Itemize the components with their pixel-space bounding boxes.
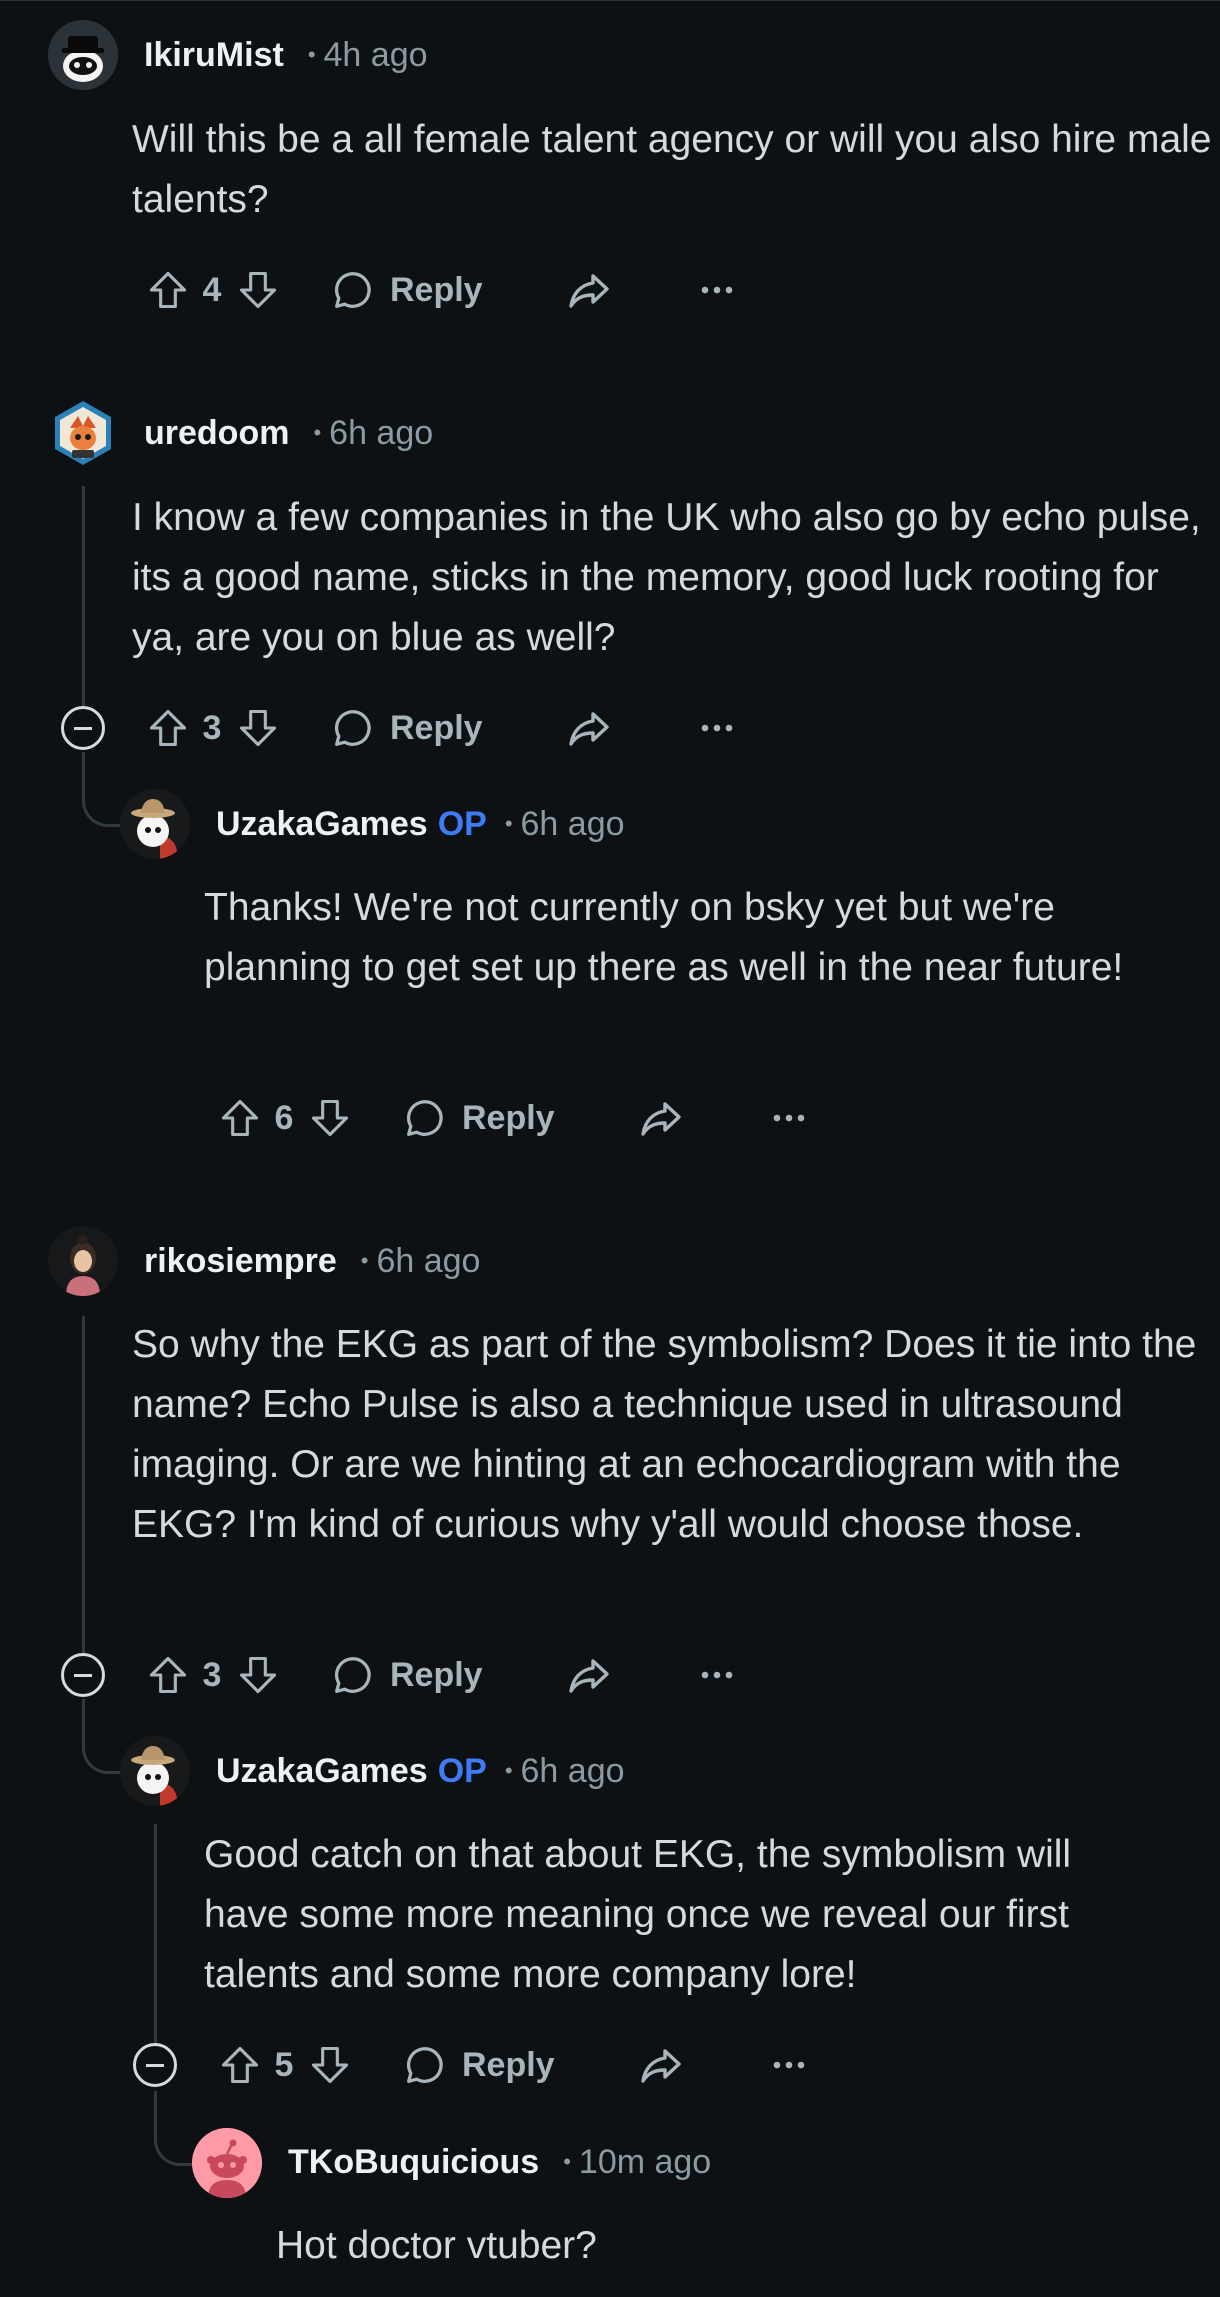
more-options-icon[interactable] <box>771 1112 807 1124</box>
reply-label: Reply <box>390 708 483 747</box>
downvote-icon[interactable] <box>236 706 280 750</box>
thread-line <box>82 486 85 708</box>
separator-dot: • <box>313 420 322 445</box>
snoo-avatar-hat-icon <box>48 20 118 90</box>
comment-body: Hot doctor vtuber? <box>276 2224 597 2267</box>
vote-count: 5 <box>274 2045 294 2084</box>
comment-actions: 3 Reply <box>146 700 735 756</box>
comment-meta: IkiruMist • 4h ago <box>144 35 428 75</box>
timestamp: 6h ago <box>520 1751 625 1790</box>
downvote-icon[interactable] <box>308 2043 352 2087</box>
comment-meta: UzakaGames OP • 6h ago <box>216 804 625 844</box>
separator-dot: • <box>504 1758 513 1783</box>
comment-meta: UzakaGames OP • 6h ago <box>216 1751 625 1791</box>
thread-branch-line <box>82 752 123 827</box>
comment-meta: rikosiempre • 6h ago <box>144 1241 480 1281</box>
separator-dot: • <box>563 2149 571 2174</box>
op-badge: OP <box>437 804 487 843</box>
comment-body: I know a few companies in the UK who als… <box>132 496 1201 659</box>
cowboy-snoo-avatar-icon <box>120 789 190 859</box>
comment-body: Good catch on that about EKG, the symbol… <box>204 1833 1072 1996</box>
vote-count: 4 <box>202 270 222 309</box>
op-badge: OP <box>437 1751 487 1790</box>
thread-line <box>82 1316 85 1653</box>
comment-bubble-icon <box>334 272 371 308</box>
username[interactable]: UzakaGames <box>216 1752 428 1791</box>
upvote-icon[interactable] <box>218 2043 262 2087</box>
reply-label: Reply <box>462 2045 555 2084</box>
downvote-icon[interactable] <box>236 268 280 312</box>
comment-actions: 3 Reply <box>146 1647 735 1703</box>
comment-meta: uredoom • 6h ago <box>144 413 433 453</box>
share-icon[interactable] <box>637 2041 685 2089</box>
comment-bubble-icon <box>334 1657 371 1693</box>
username[interactable]: TKoBuquicious <box>288 2143 539 2182</box>
hexagon-avatar-icon <box>55 401 111 465</box>
user-avatar[interactable] <box>120 1736 190 1806</box>
reply-button[interactable]: Reply <box>402 2042 555 2088</box>
reply-button[interactable]: Reply <box>402 1095 555 1141</box>
comment-body: Thanks! We're not currently on bsky yet … <box>204 886 1124 989</box>
reply-label: Reply <box>462 1098 555 1137</box>
collapse-thread-button[interactable] <box>61 706 105 750</box>
timestamp: 10m ago <box>578 2142 712 2181</box>
thread-branch-line <box>82 1699 123 1774</box>
separator-dot: • <box>360 1248 369 1273</box>
more-options-icon[interactable] <box>699 722 735 734</box>
default-snoo-avatar-icon <box>192 2128 262 2198</box>
comment-actions: 5 Reply <box>218 2037 807 2093</box>
timestamp: 6h ago <box>376 1241 481 1280</box>
comment-meta: TKoBuquicious • 10m ago <box>288 2142 711 2182</box>
share-icon[interactable] <box>565 266 613 314</box>
cowboy-snoo-avatar-icon <box>120 1736 190 1806</box>
collapse-thread-button[interactable] <box>61 1653 105 1697</box>
user-avatar[interactable] <box>48 20 118 90</box>
separator-dot: • <box>504 811 513 836</box>
comment-bubble-icon <box>334 710 371 746</box>
thread-branch-line <box>154 2091 195 2166</box>
portrait-avatar-icon <box>48 1226 118 1296</box>
upvote-icon[interactable] <box>146 1653 190 1697</box>
timestamp: 6h ago <box>329 413 434 452</box>
reply-label: Reply <box>390 1655 483 1694</box>
username[interactable]: rikosiempre <box>144 1242 337 1281</box>
share-icon[interactable] <box>565 1651 613 1699</box>
upvote-icon[interactable] <box>146 706 190 750</box>
thread-line <box>154 1824 157 2066</box>
vote-count: 6 <box>274 1098 294 1137</box>
user-avatar[interactable] <box>48 1226 118 1296</box>
comment-actions: 4 Reply <box>146 262 735 318</box>
comment-body: So why the EKG as part of the symbolism?… <box>132 1323 1197 1546</box>
upvote-icon[interactable] <box>146 268 190 312</box>
share-icon[interactable] <box>565 704 613 752</box>
reply-label: Reply <box>390 270 483 309</box>
username[interactable]: IkiruMist <box>144 36 284 75</box>
reply-button[interactable]: Reply <box>330 267 483 313</box>
user-avatar[interactable] <box>48 398 118 468</box>
comment-body: Will this be a all female talent agency … <box>132 118 1212 221</box>
vote-count: 3 <box>202 1655 222 1694</box>
username[interactable]: UzakaGames <box>216 805 428 844</box>
timestamp: 4h ago <box>323 35 428 74</box>
comment-actions: 6 Reply <box>218 1090 807 1146</box>
timestamp: 6h ago <box>520 804 625 843</box>
user-avatar[interactable] <box>120 789 190 859</box>
reply-button[interactable]: Reply <box>330 1652 483 1698</box>
upvote-icon[interactable] <box>218 1096 262 1140</box>
more-options-icon[interactable] <box>699 1669 735 1681</box>
username[interactable]: uredoom <box>144 414 289 453</box>
comment-bubble-icon <box>406 2047 443 2083</box>
reply-button[interactable]: Reply <box>330 705 483 751</box>
collapse-thread-button[interactable] <box>133 2043 177 2087</box>
comment-bubble-icon <box>406 1100 443 1136</box>
vote-count: 3 <box>202 708 222 747</box>
separator-dot: • <box>307 42 316 67</box>
downvote-icon[interactable] <box>308 1096 352 1140</box>
more-options-icon[interactable] <box>699 284 735 296</box>
user-avatar[interactable] <box>192 2128 262 2198</box>
more-options-icon[interactable] <box>771 2059 807 2071</box>
top-divider <box>0 0 1220 1</box>
downvote-icon[interactable] <box>236 1653 280 1697</box>
share-icon[interactable] <box>637 1094 685 1142</box>
